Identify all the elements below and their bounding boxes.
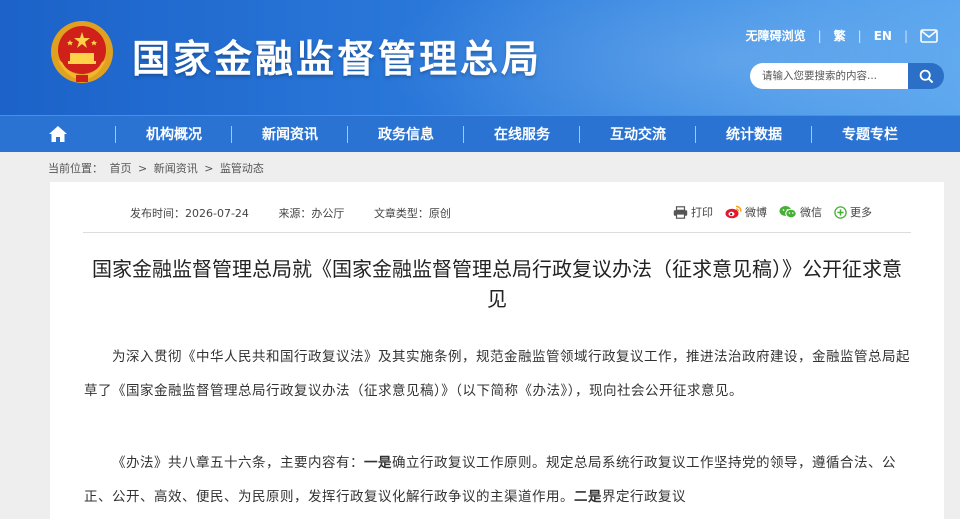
english-link[interactable]: EN [874,29,892,43]
article-card: 发布时间：2026-07-24 来源：办公厅 文章类型：原创 打印 微博 微信 … [50,182,944,519]
nav-item-news[interactable]: 新闻资讯 [232,116,348,153]
nav-home[interactable] [0,116,116,153]
emphasis-second: 二是 [574,489,602,505]
weibo-icon [725,205,742,219]
publish-time: 发布时间：2026-07-24 [130,207,249,220]
mail-icon[interactable] [920,28,938,43]
plus-circle-icon [834,205,847,219]
breadcrumb-regulatory-news[interactable]: 监管动态 [220,162,264,175]
nav-item-online-services[interactable]: 在线服务 [464,116,580,153]
weibo-share-button[interactable]: 微博 [725,204,767,220]
breadcrumb-news[interactable]: 新闻资讯 [154,162,198,175]
nav-item-interaction[interactable]: 互动交流 [580,116,696,153]
article-type: 文章类型：原创 [373,207,451,220]
nav-item-government-info[interactable]: 政务信息 [348,116,464,153]
paragraph-text: 《办法》共八章五十六条，主要内容有： [112,455,364,471]
search-button[interactable] [908,63,944,89]
divider: | [857,28,862,43]
traditional-chinese-link[interactable]: 繁 [834,27,846,44]
divider: | [817,28,822,43]
breadcrumb-home[interactable]: 首页 [110,162,132,175]
nav-item-special-topics[interactable]: 专题专栏 [812,116,928,153]
print-button[interactable]: 打印 [673,204,713,220]
weibo-label: 微博 [745,206,767,219]
article-paragraph-1: 为深入贯彻《中华人民共和国行政复议法》及其实施条例，规范金融监管领域行政复议工作… [84,349,910,399]
divider-line [83,232,911,233]
breadcrumb: 当前位置： 首页 > 新闻资讯 > 监管动态 [48,160,267,176]
search-box [750,63,944,89]
search-input[interactable] [750,63,908,89]
article-title: 国家金融监督管理总局就《国家金融监督管理总局行政复议办法（征求意见稿）》公开征求… [92,257,902,311]
emphasis-first: 一是 [364,455,392,471]
more-share-button[interactable]: 更多 [834,204,872,220]
home-icon [49,126,67,142]
wechat-label: 微信 [800,206,822,219]
article-paragraph-2: 《办法》共八章五十六条，主要内容有：一是确立行政复议工作原则。规定总局系统行政复… [84,446,912,514]
national-emblem-icon[interactable] [50,20,114,84]
site-header: 国家金融监督管理总局 无障碍浏览 | 繁 | EN | [0,0,960,115]
nav-item-about[interactable]: 机构概况 [116,116,232,153]
article-meta: 发布时间：2026-07-24 来源：办公厅 文章类型：原创 [130,205,477,221]
nav-item-statistics[interactable]: 统计数据 [696,116,812,153]
site-title[interactable]: 国家金融监督管理总局 [132,28,542,83]
print-label: 打印 [691,206,713,219]
breadcrumb-sep: > [138,162,148,175]
share-bar: 打印 微博 微信 更多 [661,204,872,220]
paragraph-text: 界定行政复议 [602,489,686,505]
search-icon [919,69,933,83]
divider: | [903,28,908,43]
wechat-share-button[interactable]: 微信 [779,204,822,220]
printer-icon [673,205,688,219]
breadcrumb-prefix: 当前位置： [48,162,103,175]
breadcrumb-sep: > [204,162,214,175]
article-source: 来源：办公厅 [278,207,345,220]
main-nav: 机构概况 新闻资讯 政务信息 在线服务 互动交流 统计数据 专题专栏 [0,115,960,152]
wechat-icon [779,206,797,219]
top-links: 无障碍浏览 | 繁 | EN | [746,27,938,44]
more-label: 更多 [850,206,872,219]
accessibility-link[interactable]: 无障碍浏览 [746,27,806,44]
